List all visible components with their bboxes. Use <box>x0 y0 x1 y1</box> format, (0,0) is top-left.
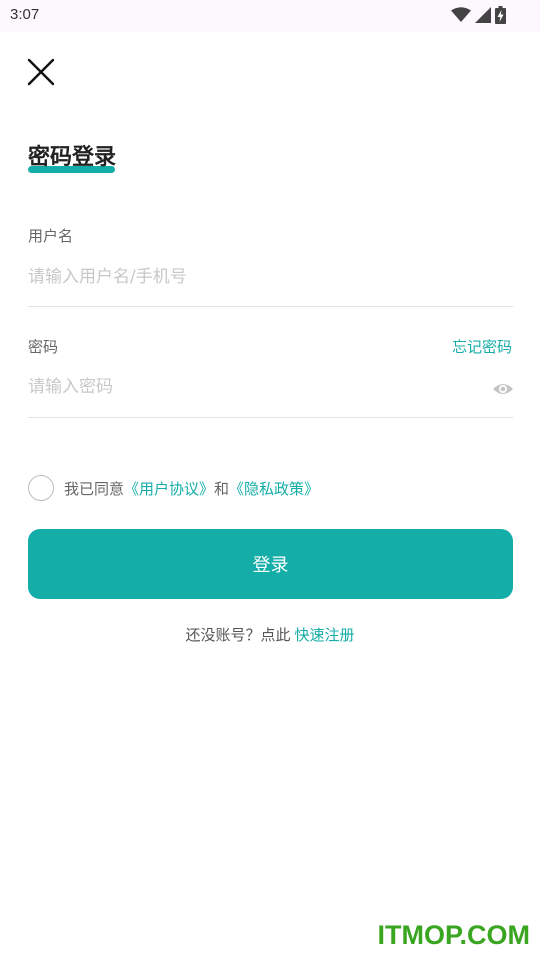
username-label: 用户名 <box>28 227 74 245</box>
signal-icon <box>475 7 491 23</box>
eye-icon <box>493 384 513 394</box>
username-divider <box>28 306 513 307</box>
quick-register-link[interactable]: 快速注册 <box>295 626 355 644</box>
forgot-password-link[interactable]: 忘记密码 <box>452 336 512 357</box>
user-agreement-link[interactable]: 《用户协议》 <box>124 478 214 499</box>
status-bar: 3:07 <box>0 0 540 32</box>
close-icon <box>27 58 55 86</box>
watermark-logo: ITMOP.COM <box>377 920 530 950</box>
status-icons <box>451 6 506 24</box>
password-divider <box>28 417 513 418</box>
login-button[interactable]: 登录 <box>28 529 513 599</box>
password-input[interactable] <box>28 372 478 402</box>
title-block: 密码登录 <box>28 142 116 174</box>
page-title: 密码登录 <box>28 145 117 170</box>
login-screen: 3:07 密码登录 用户名 密码 忘记密码 <box>0 0 540 960</box>
privacy-policy-link[interactable]: 《隐私政策》 <box>229 478 319 499</box>
password-label: 密码 <box>28 338 59 356</box>
status-time: 3:07 <box>10 6 40 23</box>
username-input[interactable] <box>28 262 488 292</box>
agreement-prefix: 我已同意 <box>64 479 125 498</box>
wifi-icon <box>451 7 471 22</box>
agreement-conjunction: 和 <box>214 479 230 498</box>
close-button[interactable] <box>26 57 56 87</box>
agreement-row: 我已同意 《用户协议》 和 《隐私政策》 <box>28 475 319 501</box>
toggle-password-visibility[interactable] <box>492 380 514 398</box>
agreement-checkbox[interactable] <box>28 475 54 501</box>
register-prompt: 还没账号？点此 <box>185 626 291 644</box>
register-row: 还没账号？点此 快速注册 <box>0 624 540 645</box>
battery-charging-icon <box>495 6 506 24</box>
